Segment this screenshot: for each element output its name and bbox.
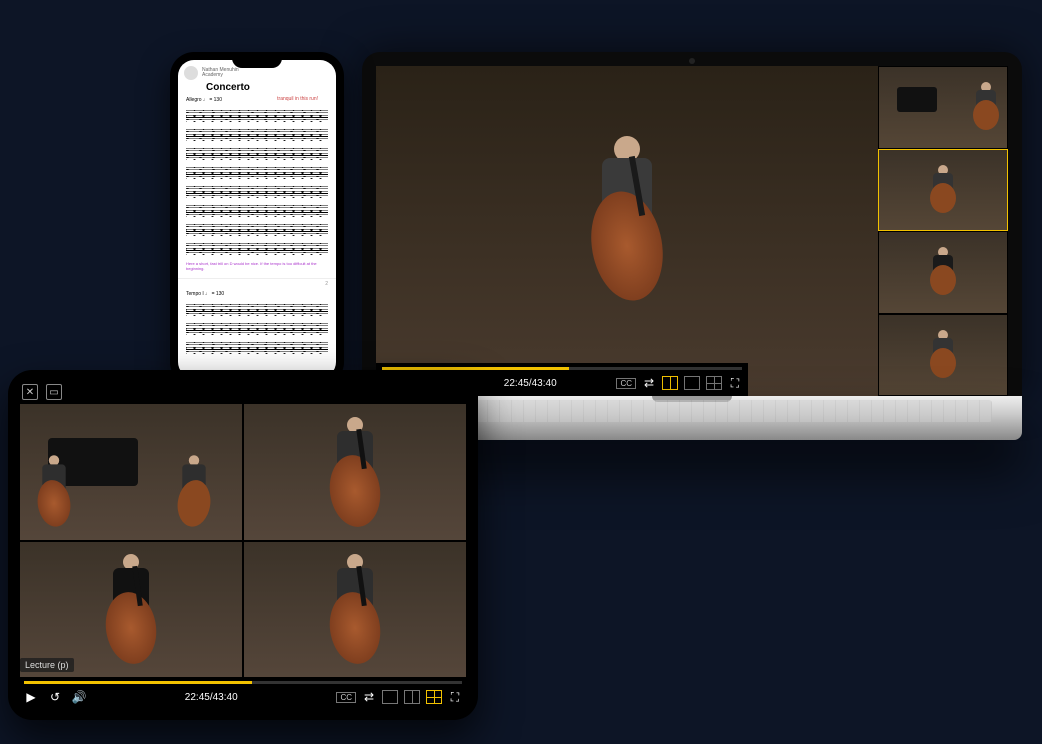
grid-cell-cellist-1[interactable] (244, 404, 466, 540)
thumb-cellist-1[interactable] (878, 149, 1008, 232)
volume-icon[interactable]: 🔊 (72, 690, 86, 704)
tablet-device: ✕ ▭ Lecture (p) ▶ ↺ 🔊 (8, 370, 478, 720)
camera-label: Lecture (p) (20, 658, 74, 672)
laptop-screen: ▶ ↺ 🔊 22:45/43:40 CC ⇄ ⛶ (376, 66, 1008, 396)
thumb-cellist-3[interactable] (878, 314, 1008, 397)
phone-screen[interactable]: Nathan Menuhin Academy Concerto Allegro … (178, 60, 336, 378)
grid-cell-cellist-2[interactable] (20, 542, 242, 678)
laptop-bezel: ▶ ↺ 🔊 22:45/43:40 CC ⇄ ⛶ (362, 52, 1022, 396)
rewind-icon[interactable]: ↺ (48, 690, 62, 704)
cellist-figure (582, 136, 672, 326)
layout-two-button[interactable] (404, 690, 420, 704)
score-annotation-red: tranquil in this run! (277, 96, 318, 102)
cc-button[interactable]: CC (616, 378, 636, 389)
layout-single-button[interactable] (684, 376, 700, 390)
score-title: Concerto (206, 82, 336, 93)
score-tempo-2: Tempo I ♩ = 130 (186, 291, 336, 297)
tablet-video-grid (18, 404, 468, 677)
score-annotation-purple: Here a short, fast trill on D would be n… (186, 262, 328, 272)
repeat-icon[interactable]: ⇄ (642, 376, 656, 390)
page-number: 2 (178, 281, 336, 287)
pip-icon[interactable]: ▭ (46, 384, 62, 400)
brand-logo-icon (184, 66, 198, 80)
laptop-main-panel: ▶ ↺ 🔊 22:45/43:40 CC ⇄ ⛶ (376, 66, 878, 396)
tablet-top-bar: ✕ ▭ (18, 380, 468, 404)
laptop-camera (689, 58, 695, 64)
play-icon[interactable]: ▶ (24, 690, 38, 704)
fullscreen-icon[interactable]: ⛶ (448, 690, 462, 704)
timecode: 22:45/43:40 (96, 692, 326, 703)
layout-two-button[interactable] (662, 376, 678, 390)
grid-cell-cellist-3[interactable] (244, 542, 466, 678)
layout-four-button[interactable] (426, 690, 442, 704)
grid-cell-wide-shot[interactable] (20, 404, 242, 540)
layout-four-button[interactable] (706, 376, 722, 390)
phone-notch (232, 54, 282, 68)
fullscreen-icon[interactable]: ⛶ (728, 376, 742, 390)
score-staves (178, 110, 336, 255)
close-icon[interactable]: ✕ (22, 384, 38, 400)
thumb-cellist-2[interactable] (878, 231, 1008, 314)
repeat-icon[interactable]: ⇄ (362, 690, 376, 704)
video-main-view[interactable] (376, 66, 878, 396)
tablet-player-controls: ▶ ↺ 🔊 22:45/43:40 CC ⇄ ⛶ (18, 677, 468, 710)
cc-button[interactable]: CC (336, 692, 356, 703)
tablet-screen: ✕ ▭ Lecture (p) ▶ ↺ 🔊 (18, 380, 468, 710)
layout-single-button[interactable] (382, 690, 398, 704)
progress-bar[interactable] (24, 681, 462, 684)
phone-device: Nathan Menuhin Academy Concerto Allegro … (170, 52, 344, 386)
video-thumbnail-column (878, 66, 1008, 396)
thumb-wide-shot[interactable] (878, 66, 1008, 149)
score-page-2: 2 Tempo I ♩ = 130 (178, 278, 336, 354)
brand-line2: Academy (202, 73, 239, 78)
